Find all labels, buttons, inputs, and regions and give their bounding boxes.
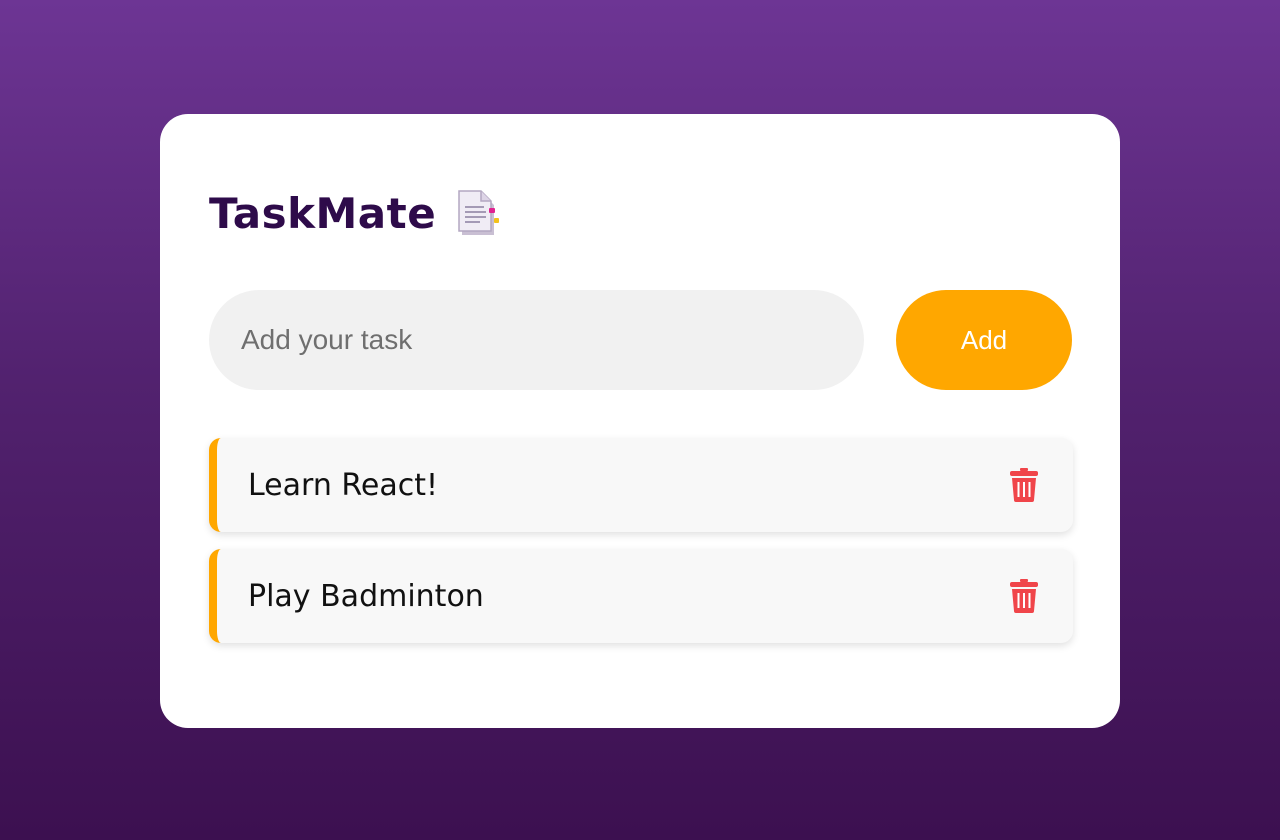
delete-button[interactable] (1007, 576, 1041, 616)
add-task-row: Add (209, 290, 1072, 390)
task-item[interactable]: Learn React! (209, 438, 1073, 532)
task-list: Learn React! Play Badminton (209, 438, 1073, 643)
task-label: Play Badminton (248, 578, 484, 614)
task-card: TaskMate Add Learn React! (160, 114, 1120, 728)
add-button[interactable]: Add (896, 290, 1072, 390)
delete-button[interactable] (1007, 465, 1041, 505)
trash-icon (1010, 579, 1038, 613)
document-icon (456, 189, 502, 239)
task-item[interactable]: Play Badminton (209, 549, 1073, 643)
task-label: Learn React! (248, 467, 439, 503)
header: TaskMate (209, 186, 1072, 242)
app-title: TaskMate (209, 189, 437, 238)
task-input[interactable] (209, 290, 864, 390)
trash-icon (1010, 468, 1038, 502)
